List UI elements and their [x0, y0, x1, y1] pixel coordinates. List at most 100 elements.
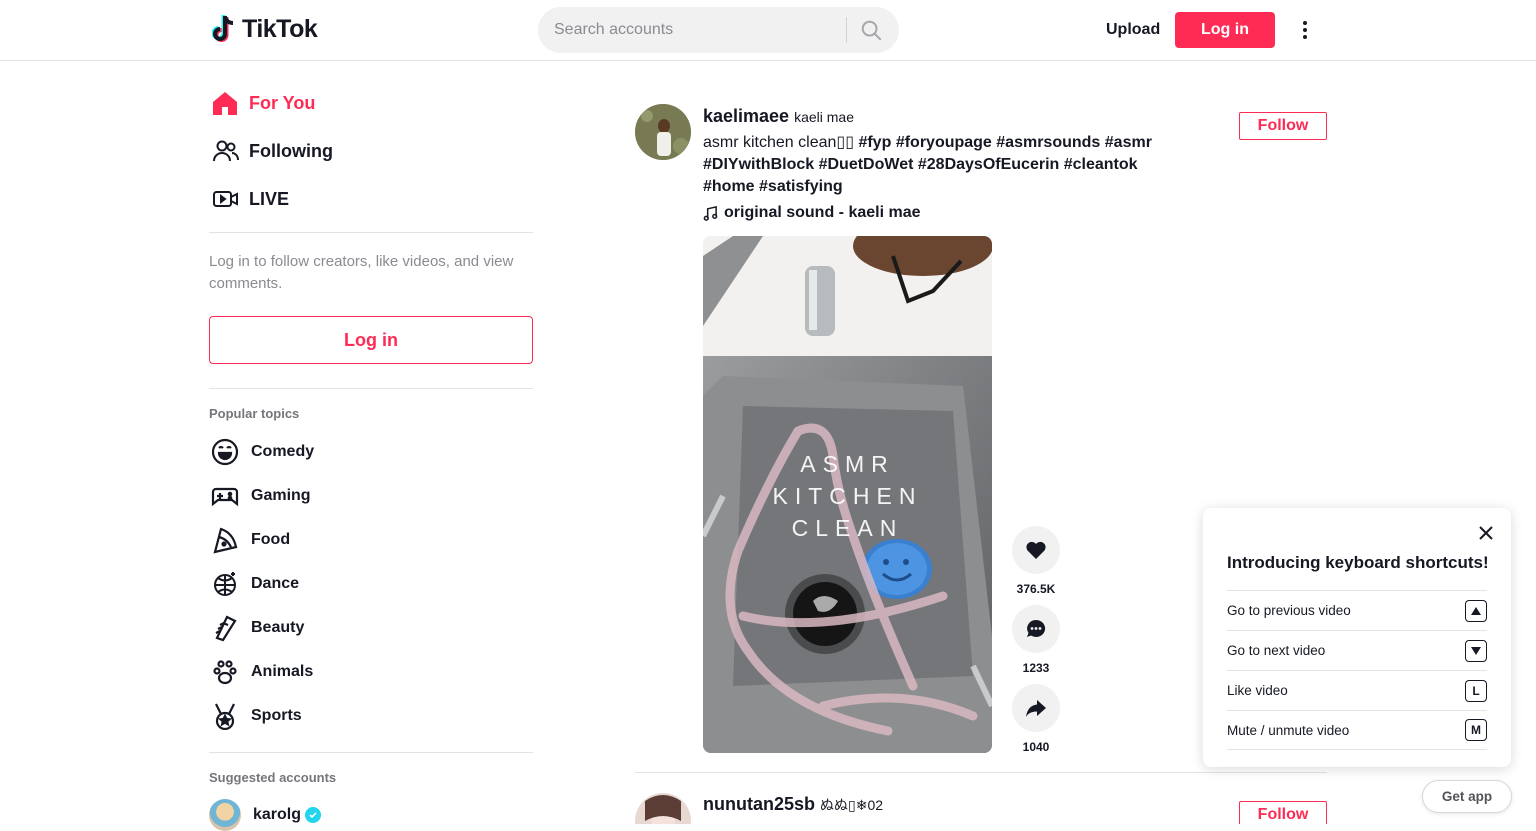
- like-count: 376.5K: [1016, 582, 1056, 596]
- topic-label: Sports: [251, 707, 302, 724]
- post-display-name: ぬぬ▯❄02: [820, 797, 884, 813]
- beauty-icon: [209, 612, 241, 644]
- topic-label: Comedy: [251, 443, 315, 460]
- avatar[interactable]: [635, 104, 691, 160]
- shortcut-row: Mute / unmute video M: [1227, 710, 1487, 750]
- avatar: [209, 799, 241, 831]
- topic-label: Gaming: [251, 487, 311, 504]
- suggested-accounts-title: Suggested accounts: [209, 770, 337, 785]
- topic-sports[interactable]: Sports: [209, 698, 409, 734]
- hashtag-link[interactable]: #28DaysOfEucerin: [918, 156, 1059, 173]
- share-button[interactable]: [1012, 684, 1060, 732]
- post-music-link[interactable]: original sound - kaeli mae: [703, 204, 921, 222]
- share-action: 1040: [1012, 684, 1060, 754]
- keyboard-shortcuts-popup: Introducing keyboard shortcuts! Go to pr…: [1203, 508, 1511, 767]
- tiktok-logo[interactable]: TikTok: [212, 14, 318, 44]
- comedy-icon: [209, 436, 241, 468]
- upload-button[interactable]: Upload: [1094, 16, 1172, 44]
- comment-button[interactable]: [1012, 605, 1060, 653]
- hashtag-link[interactable]: #DIYwithBlock: [703, 156, 814, 173]
- topic-dance[interactable]: Dance: [209, 566, 409, 602]
- music-label: original sound - kaeli mae: [724, 204, 921, 221]
- hashtag-link[interactable]: #foryoupage: [896, 134, 992, 151]
- shortcut-label: Like video: [1227, 683, 1288, 698]
- food-icon: [209, 524, 241, 556]
- shortcut-row: Go to next video: [1227, 630, 1487, 670]
- topic-beauty[interactable]: Beauty: [209, 610, 409, 646]
- more-vertical-icon: [1303, 21, 1307, 39]
- search-input[interactable]: [554, 7, 844, 53]
- following-icon: [209, 135, 241, 167]
- sidebar-divider: [209, 752, 533, 753]
- sidebar-item-following[interactable]: Following: [209, 131, 533, 171]
- hashtag-link[interactable]: #home: [703, 178, 755, 195]
- post-username[interactable]: kaelimaee: [703, 106, 789, 127]
- comment-count: 1233: [1022, 661, 1050, 675]
- share-icon: [1026, 700, 1046, 717]
- sidebar-divider: [209, 232, 533, 233]
- like-button[interactable]: [1012, 526, 1060, 574]
- login-hint-text: Log in to follow creators, like videos, …: [209, 253, 514, 292]
- topic-food[interactable]: Food: [209, 522, 409, 558]
- sidebar: For You Following LIVE Log in to follow …: [209, 61, 533, 831]
- topic-label: Food: [251, 531, 291, 548]
- topic-animals[interactable]: Animals: [209, 654, 409, 690]
- search-bar: [538, 7, 899, 53]
- shortcut-label: Mute / unmute video: [1227, 722, 1350, 738]
- search-divider: [846, 17, 847, 43]
- feed-post: nunutan25sb ぬぬ▯❄02 Follow: [635, 793, 1327, 824]
- post-username[interactable]: nunutan25sb: [703, 794, 815, 815]
- tiktok-logo-icon: [212, 15, 234, 42]
- topic-label: Dance: [251, 575, 300, 592]
- video-player[interactable]: ASMR KITCHEN CLEAN: [703, 236, 992, 753]
- search-icon: [861, 20, 882, 41]
- topic-comedy[interactable]: Comedy: [209, 434, 409, 470]
- suggested-account[interactable]: karolg: [209, 799, 322, 831]
- sidebar-item-live[interactable]: LIVE: [209, 179, 533, 219]
- follow-button[interactable]: Follow: [1239, 112, 1327, 140]
- live-icon: [209, 183, 241, 215]
- avatar[interactable]: [635, 793, 691, 824]
- close-button[interactable]: [1475, 522, 1497, 544]
- hashtag-link[interactable]: #asmr: [1105, 134, 1152, 151]
- post-display-name: kaeli mae: [794, 109, 854, 125]
- gaming-icon: [209, 480, 241, 512]
- sidebar-divider: [209, 388, 533, 389]
- sidebar-item-for-you[interactable]: For You: [209, 83, 533, 123]
- account-name: karolg: [253, 806, 302, 823]
- comment-icon: [1027, 619, 1046, 637]
- hashtag-link[interactable]: #DuetDoWet: [819, 156, 914, 173]
- follow-button[interactable]: Follow: [1239, 801, 1327, 824]
- post-caption: asmr kitchen clean▯▯ #fyp #foryoupage #a…: [703, 132, 1183, 198]
- shortcut-key: L: [1465, 679, 1487, 702]
- topic-label: Beauty: [251, 619, 305, 636]
- post-author: nunutan25sb ぬぬ▯❄02: [703, 794, 883, 815]
- sidebar-item-label: For You: [249, 92, 316, 113]
- shortcut-label: Go to previous video: [1227, 603, 1351, 618]
- shortcut-key: M: [1465, 719, 1487, 741]
- sidebar-item-label: Following: [249, 140, 333, 161]
- sidebar-item-label: LIVE: [249, 188, 290, 209]
- topic-label: Animals: [251, 663, 314, 680]
- hashtag-link[interactable]: #asmrsounds: [996, 134, 1100, 151]
- hashtag-link[interactable]: #fyp: [858, 134, 891, 151]
- sports-icon: [209, 700, 241, 732]
- get-app-button[interactable]: Get app: [1422, 780, 1512, 813]
- share-count: 1040: [1022, 740, 1050, 754]
- arrow-up-key-icon: [1465, 599, 1487, 622]
- comment-action: 1233: [1012, 605, 1060, 675]
- shortcut-row: Like video L: [1227, 670, 1487, 710]
- caption-text: asmr kitchen clean▯▯: [703, 134, 859, 151]
- login-button[interactable]: Log in: [1175, 12, 1275, 48]
- home-icon: [209, 87, 241, 119]
- hashtag-link[interactable]: #satisfying: [759, 178, 843, 195]
- more-menu-button[interactable]: [1292, 16, 1318, 44]
- search-button[interactable]: [854, 15, 888, 45]
- music-note-icon: [703, 205, 718, 221]
- hashtag-link[interactable]: #cleantok: [1064, 156, 1138, 173]
- topic-gaming[interactable]: Gaming: [209, 478, 409, 514]
- sidebar-login-button[interactable]: Log in: [209, 316, 533, 364]
- shortcut-row: Go to previous video: [1227, 590, 1487, 630]
- video-overlay-text: ASMR KITCHEN CLEAN: [772, 451, 923, 541]
- shortcut-label: Go to next video: [1227, 643, 1326, 658]
